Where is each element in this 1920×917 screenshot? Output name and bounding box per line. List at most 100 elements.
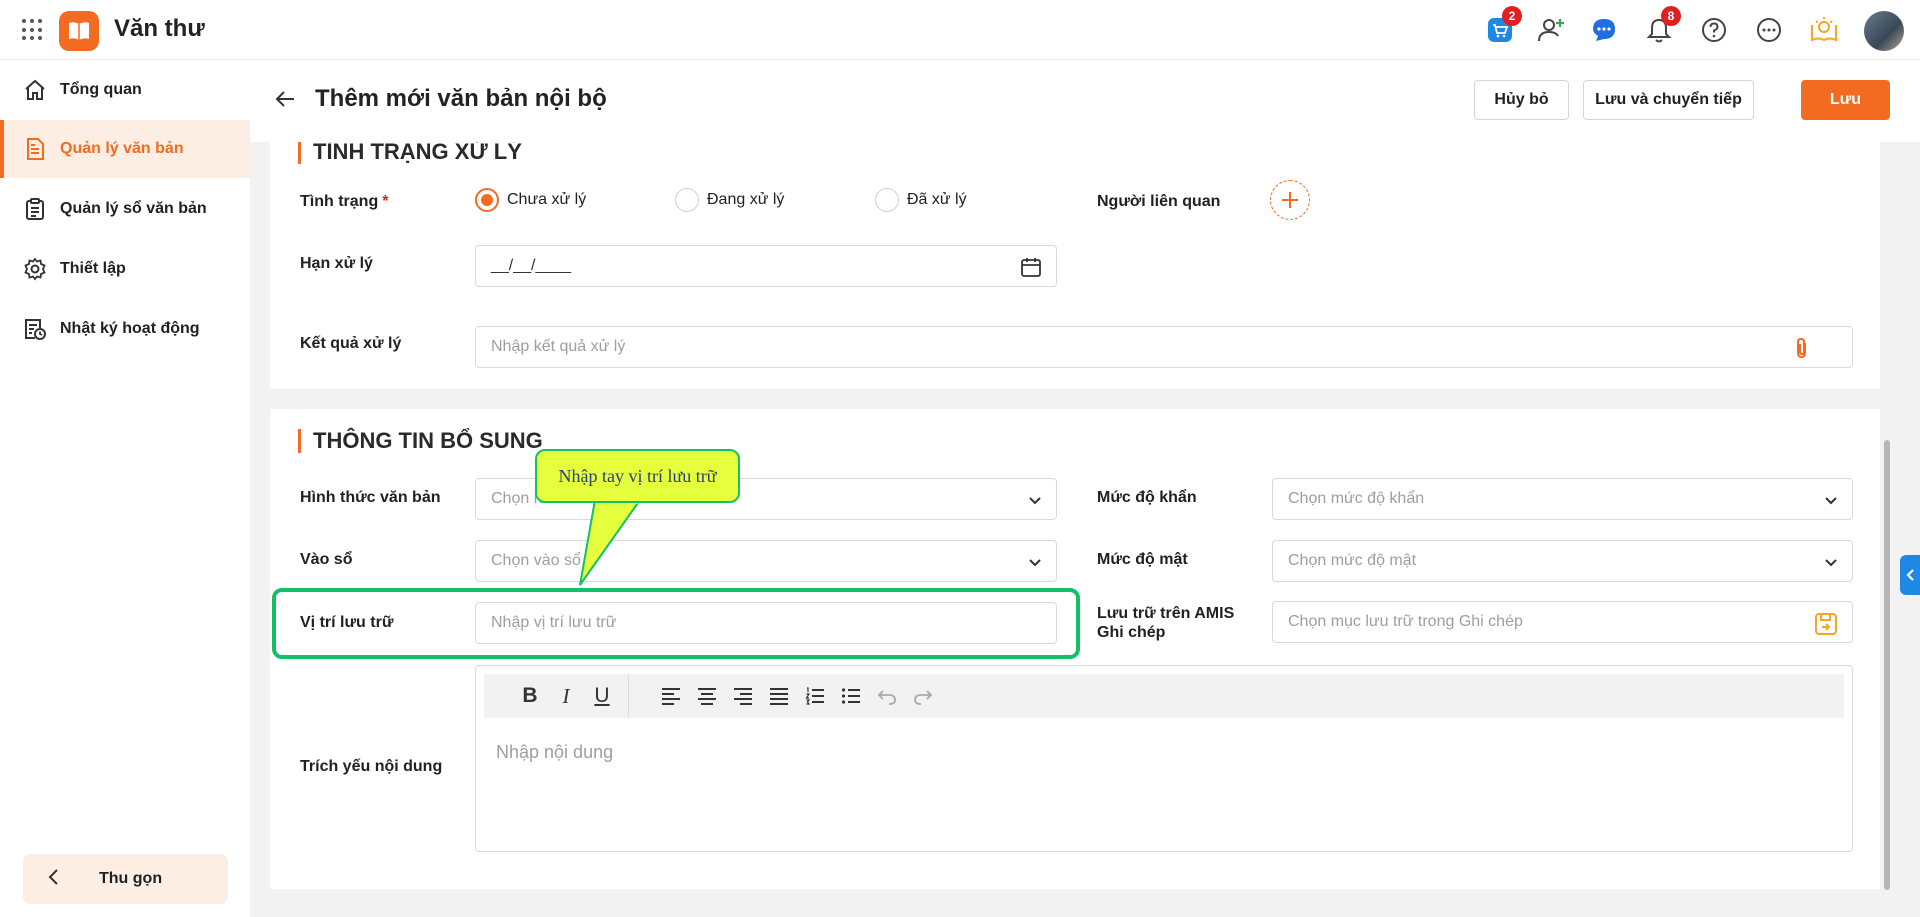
editor-placeholder: Nhập nội dung bbox=[496, 742, 614, 762]
help-button[interactable] bbox=[1698, 14, 1730, 46]
chevron-left-icon bbox=[47, 868, 59, 891]
page-header: Thêm mới văn bản nội bộ Hủy bỏ Lưu và ch… bbox=[250, 60, 1920, 142]
align-justify-icon[interactable] bbox=[761, 681, 797, 711]
sidebar-item-label: Quản lý sổ văn bản bbox=[60, 200, 207, 217]
notification-button[interactable]: 8 bbox=[1643, 6, 1681, 46]
status-label: Tình trạng * bbox=[300, 193, 389, 210]
help-icon bbox=[1702, 18, 1726, 42]
undo-icon[interactable] bbox=[869, 681, 905, 711]
sidebar-item-label: Nhật ký hoạt động bbox=[60, 320, 200, 337]
sidebar-item-settings[interactable]: Thiết lập bbox=[0, 240, 250, 298]
sidebar-item-label: Tổng quan bbox=[60, 81, 142, 98]
scrollbar[interactable] bbox=[1884, 440, 1890, 890]
doc-form-label: Hình thức văn bản bbox=[300, 489, 441, 506]
book-icon bbox=[69, 22, 89, 40]
add-user-icon bbox=[1538, 19, 1564, 42]
user-avatar[interactable] bbox=[1864, 11, 1904, 51]
save-button[interactable]: Lưu bbox=[1801, 80, 1890, 120]
status-radio-unprocessed[interactable]: Chưa xử lý bbox=[475, 188, 586, 212]
chat-icon bbox=[1593, 19, 1615, 41]
chevron-down-icon bbox=[1028, 493, 1042, 511]
add-user-button[interactable] bbox=[1535, 14, 1567, 46]
extra-section-title: THÔNG TIN BỔ SUNG bbox=[298, 429, 543, 453]
plus-icon bbox=[1282, 192, 1298, 208]
sidebar: Tổng quan Quản lý văn bản Quản lý sổ văn… bbox=[0, 60, 250, 917]
cart-badge: 2 bbox=[1502, 6, 1522, 26]
radio-selected-icon bbox=[475, 188, 499, 212]
amis-storage-label: Lưu trữ trên AMIS Ghi chép bbox=[1097, 605, 1235, 641]
secrecy-select[interactable]: Chọn mức độ mật bbox=[1272, 540, 1853, 582]
idea-button[interactable] bbox=[1808, 14, 1840, 46]
add-related-person-button[interactable] bbox=[1270, 180, 1310, 220]
result-input[interactable]: Nhập kết quả xử lý bbox=[475, 326, 1853, 368]
editor-toolbar: B I U bbox=[484, 674, 1844, 718]
chevron-left-icon bbox=[1906, 569, 1914, 581]
cancel-button[interactable]: Hủy bỏ bbox=[1474, 80, 1569, 120]
align-center-icon[interactable] bbox=[689, 681, 725, 711]
amis-storage-select[interactable]: Chọn mục lưu trữ trong Ghi chép bbox=[1272, 601, 1853, 643]
sidebar-item-label: Thiết lập bbox=[60, 260, 126, 277]
save-note-icon[interactable] bbox=[1814, 612, 1838, 641]
summary-label: Trích yếu nội dung bbox=[300, 758, 443, 775]
related-people-label: Người liên quan bbox=[1097, 193, 1221, 210]
sidebar-item-document-management[interactable]: Quản lý văn bản bbox=[0, 120, 250, 178]
bold-button[interactable]: B bbox=[512, 681, 548, 711]
log-icon bbox=[22, 316, 48, 342]
secrecy-label: Mức độ mật bbox=[1097, 551, 1188, 568]
result-label: Kết quả xử lý bbox=[300, 335, 402, 352]
paperclip-icon[interactable] bbox=[1792, 337, 1812, 364]
app-logo bbox=[59, 11, 99, 51]
underline-button[interactable]: U bbox=[584, 681, 620, 711]
urgency-label: Mức độ khẩn bbox=[1097, 489, 1197, 506]
chevron-down-icon bbox=[1824, 493, 1838, 511]
deadline-date-input[interactable]: __/__/____ bbox=[475, 245, 1057, 287]
storage-location-highlight bbox=[272, 588, 1080, 659]
sidebar-item-label: Quản lý văn bản bbox=[60, 140, 184, 157]
side-panel-toggle[interactable] bbox=[1900, 555, 1920, 595]
back-arrow-icon[interactable] bbox=[274, 88, 296, 115]
app-title: Văn thư bbox=[114, 15, 205, 42]
processing-section-title: TÌNH TRẠNG XỬ LÝ bbox=[298, 142, 522, 164]
register-label: Vào sổ bbox=[300, 551, 353, 568]
italic-button[interactable]: I bbox=[548, 681, 584, 711]
cart-button[interactable]: 2 bbox=[1484, 6, 1522, 46]
ordered-list-icon[interactable] bbox=[797, 681, 833, 711]
save-continue-button[interactable]: Lưu và chuyển tiếp bbox=[1583, 80, 1754, 120]
sidebar-item-overview[interactable]: Tổng quan bbox=[0, 61, 250, 119]
sidebar-item-register-management[interactable]: Quản lý sổ văn bản bbox=[0, 180, 250, 238]
radio-icon bbox=[875, 188, 899, 212]
collapse-label: Thu gọn bbox=[99, 870, 163, 887]
page-title: Thêm mới văn bản nội bộ bbox=[315, 85, 607, 112]
calendar-icon[interactable] bbox=[1020, 256, 1042, 283]
top-bar: Văn thư 2 8 bbox=[0, 0, 1920, 60]
home-icon bbox=[22, 77, 48, 103]
deadline-label: Hạn xử lý bbox=[300, 255, 373, 272]
processing-status-card: TÌNH TRẠNG XỬ LÝ Tình trạng * Chưa xử lý … bbox=[270, 142, 1880, 389]
clipboard-icon bbox=[22, 196, 48, 222]
form-content: TÌNH TRẠNG XỬ LÝ Tình trạng * Chưa xử lý … bbox=[250, 142, 1920, 917]
urgency-select[interactable]: Chọn mức độ khẩn bbox=[1272, 478, 1853, 520]
app-grid-icon[interactable] bbox=[22, 19, 44, 41]
callout-pointer bbox=[579, 500, 642, 586]
chevron-down-icon bbox=[1824, 555, 1838, 573]
align-left-icon[interactable] bbox=[653, 681, 689, 711]
sidebar-item-activity-log[interactable]: Nhật ký hoạt động bbox=[0, 300, 250, 358]
chevron-down-icon bbox=[1028, 555, 1042, 573]
status-radio-processing[interactable]: Đang xử lý bbox=[675, 188, 784, 212]
gear-icon bbox=[22, 256, 48, 282]
annotation-callout: Nhập tay vị trí lưu trữ bbox=[535, 449, 740, 503]
more-button[interactable] bbox=[1753, 14, 1785, 46]
chat-button[interactable] bbox=[1588, 14, 1620, 46]
redo-icon[interactable] bbox=[905, 681, 941, 711]
align-right-icon[interactable] bbox=[725, 681, 761, 711]
register-select[interactable]: Chọn vào sổ bbox=[475, 540, 1057, 582]
collapse-sidebar-button[interactable]: Thu gọn bbox=[23, 854, 228, 904]
bullet-list-icon[interactable] bbox=[833, 681, 869, 711]
summary-editor[interactable]: B I U Nhập nội dung bbox=[475, 665, 1853, 852]
status-radio-processed[interactable]: Đã xử lý bbox=[875, 188, 967, 212]
radio-icon bbox=[675, 188, 699, 212]
document-icon bbox=[22, 136, 48, 162]
lightbulb-book-icon bbox=[1811, 17, 1837, 42]
more-icon bbox=[1757, 18, 1781, 42]
notification-badge: 8 bbox=[1661, 6, 1681, 26]
